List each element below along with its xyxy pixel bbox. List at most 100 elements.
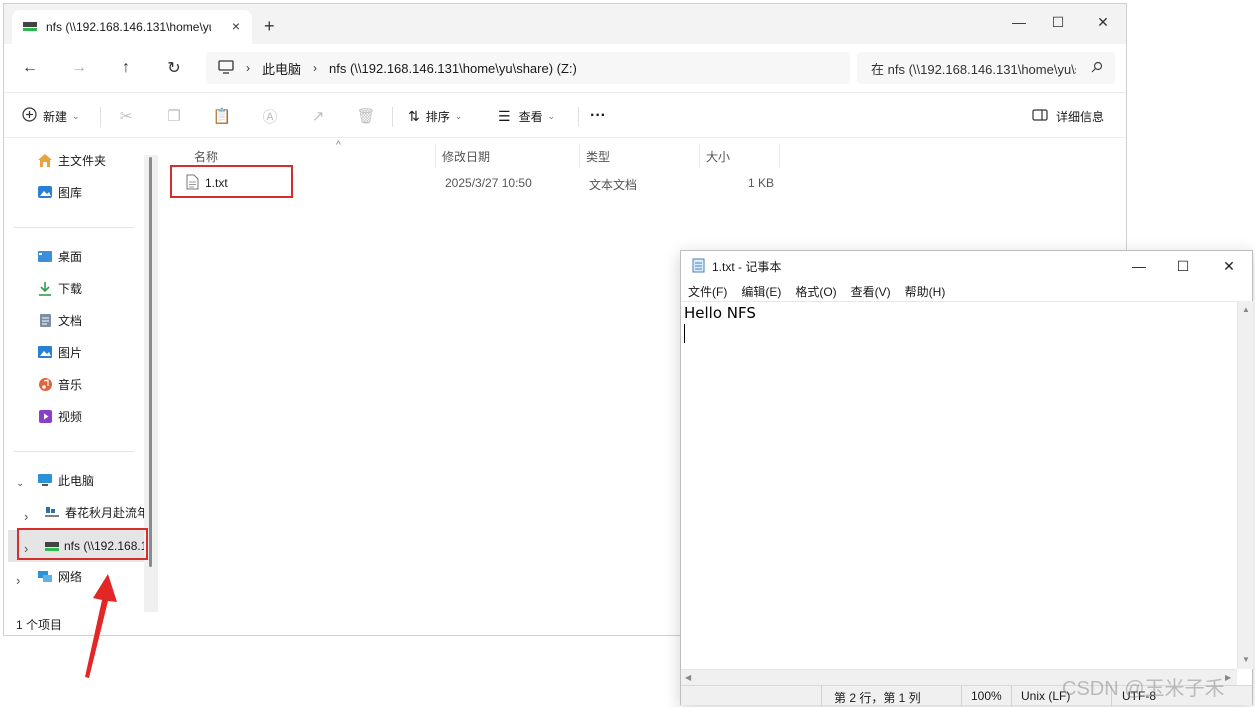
notepad-menubar: 文件(F) 编辑(E) 格式(O) 查看(V) 帮助(H) <box>681 281 1252 301</box>
column-header-type[interactable]: 类型 <box>580 144 700 168</box>
menu-help[interactable]: 帮助(H) <box>905 283 946 300</box>
address-bar[interactable]: › 此电脑 › nfs (\\192.168.146.131\home\yu\s… <box>206 52 850 84</box>
cut-icon[interactable]: ✂ <box>116 106 136 126</box>
tab-title: nfs (\\192.168.146.131\home\yu\share) (Z… <box>46 20 211 34</box>
paste-icon[interactable]: 📋 <box>212 106 232 126</box>
notepad-icon <box>691 257 706 276</box>
notepad-window: 1.txt - 记事本 — ☐ ✕ 文件(F) 编辑(E) 格式(O) 查看(V… <box>680 250 1253 706</box>
home-icon <box>36 151 54 169</box>
red-arrow-annotation <box>85 574 117 678</box>
refresh-button[interactable]: ↻ <box>162 56 186 80</box>
sort-ascending-icon: ^ <box>336 140 341 151</box>
monitor-icon <box>36 471 54 489</box>
desktop-icon <box>36 247 54 265</box>
navigation-bar: ← → ↑ ↻ › 此电脑 › nfs (\\192.168.146.131\h… <box>4 44 1126 92</box>
sidebar-label: 图库 <box>58 185 83 200</box>
text-caret <box>684 324 685 343</box>
scroll-thumb[interactable] <box>149 157 152 567</box>
breadcrumb-separator: › <box>246 61 250 75</box>
status-bar: 1 个项目 <box>16 618 63 632</box>
download-icon <box>36 279 54 297</box>
chevron-right-icon[interactable]: › <box>16 573 20 588</box>
forward-button[interactable]: → <box>67 56 91 80</box>
column-header-size[interactable]: 大小 <box>700 144 780 168</box>
sort-icon: ⇅ <box>408 107 420 124</box>
file-type: 文本文档 <box>589 178 638 192</box>
breadcrumb-separator: › <box>313 61 318 75</box>
copy-icon[interactable]: ❐ <box>164 106 184 126</box>
search-input[interactable]: 在 nfs (\\192.168.146.131\home\yu\share) … <box>871 59 1076 78</box>
sidebar-label: 此电脑 <box>58 473 95 488</box>
sort-button[interactable]: ⇅ 排序 ⌄ <box>408 105 462 127</box>
network-icon <box>36 567 54 585</box>
menu-edit[interactable]: 编辑(E) <box>741 283 781 300</box>
file-modified: 2025/3/27 10:50 <box>445 176 532 190</box>
minimize-button[interactable]: — <box>1119 255 1159 277</box>
menu-view[interactable]: 查看(V) <box>851 283 891 300</box>
notepad-content: Hello NFS <box>684 304 756 322</box>
view-button[interactable]: ☰ 查看 ⌄ <box>498 105 555 127</box>
network-share-icon <box>44 503 61 521</box>
sidebar-item-drive-1[interactable]: 春花秋月赴流年 <box>44 498 144 526</box>
file-size: 1 KB <box>748 176 775 190</box>
up-button[interactable]: ↑ <box>114 56 138 80</box>
plus-circle-icon <box>22 107 37 125</box>
notepad-title: 1.txt - 记事本 <box>712 259 782 274</box>
delete-icon[interactable]: 🗑 <box>356 106 376 126</box>
highlight-box-file <box>170 165 293 198</box>
divider <box>14 451 134 452</box>
sidebar-label: 下载 <box>58 281 83 296</box>
menu-file[interactable]: 文件(F) <box>688 283 727 300</box>
new-tab-button[interactable]: + <box>264 16 275 37</box>
divider <box>392 107 393 127</box>
scroll-left-icon[interactable]: ◀ <box>685 673 691 682</box>
notepad-titlebar: 1.txt - 记事本 — ☐ ✕ <box>681 251 1252 281</box>
notepad-text-area[interactable]: Hello NFS <box>681 301 1237 669</box>
maximize-button[interactable]: ☐ <box>1163 255 1203 277</box>
search-box[interactable]: 在 nfs (\\192.168.146.131\home\yu\share) … <box>857 52 1115 84</box>
document-icon <box>36 311 54 329</box>
rename-icon[interactable]: Ⓐ <box>260 106 280 126</box>
explorer-tab[interactable]: nfs (\\192.168.146.131\home\yu\share) (Z… <box>12 10 252 44</box>
close-button[interactable]: ✕ <box>1209 255 1249 277</box>
tab-close-icon[interactable]: × <box>232 18 240 34</box>
sidebar-label: 主文件夹 <box>58 153 107 168</box>
divider <box>961 686 962 706</box>
view-list-icon: ☰ <box>498 107 511 124</box>
chevron-right-icon[interactable]: › <box>24 509 28 524</box>
chevron-down-icon: ⌄ <box>454 110 463 121</box>
music-icon <box>36 375 54 393</box>
scroll-up-icon[interactable]: ▲ <box>1242 305 1250 314</box>
chevron-down-icon[interactable]: ⌄ <box>16 478 24 489</box>
scroll-down-icon[interactable]: ▼ <box>1242 655 1250 664</box>
zoom-level: 100% <box>971 689 1002 703</box>
more-options-button[interactable]: ··· <box>590 105 606 127</box>
menu-format[interactable]: 格式(O) <box>795 283 836 300</box>
cursor-position: 第 2 行，第 1 列 <box>834 691 921 705</box>
maximize-button[interactable]: ☐ <box>1035 10 1081 34</box>
breadcrumb-nfs[interactable]: nfs (\\192.168.146.131\home\yu\share) (Z… <box>329 61 577 76</box>
sidebar-label: 视频 <box>58 409 83 424</box>
sort-label: 排序 <box>425 109 450 124</box>
breadcrumb-this-pc[interactable]: 此电脑 <box>262 59 301 78</box>
divider <box>14 227 134 228</box>
scroll-right-icon[interactable]: ▶ <box>1225 673 1231 682</box>
monitor-icon <box>218 59 234 77</box>
new-button[interactable]: 新建 ⌄ <box>22 105 80 127</box>
close-button[interactable]: ✕ <box>1080 10 1126 34</box>
details-pane-icon <box>1032 108 1048 124</box>
chevron-down-icon: ⌄ <box>547 110 556 121</box>
details-pane-button[interactable]: 详细信息 <box>1032 105 1104 127</box>
column-label: 修改日期 <box>442 149 491 164</box>
sidebar-label: 桌面 <box>58 249 83 264</box>
vertical-scrollbar[interactable]: ▲ ▼ <box>1237 301 1253 669</box>
share-icon[interactable]: ↗ <box>308 106 328 126</box>
search-icon <box>1091 61 1103 76</box>
pictures-icon <box>36 343 54 361</box>
column-label: 大小 <box>706 149 731 164</box>
back-button[interactable]: ← <box>18 56 42 80</box>
sidebar-label: 音乐 <box>58 377 83 392</box>
column-header-modified[interactable]: 修改日期 <box>436 144 580 168</box>
sidebar-label: 网络 <box>58 569 83 584</box>
gallery-icon <box>36 183 54 201</box>
